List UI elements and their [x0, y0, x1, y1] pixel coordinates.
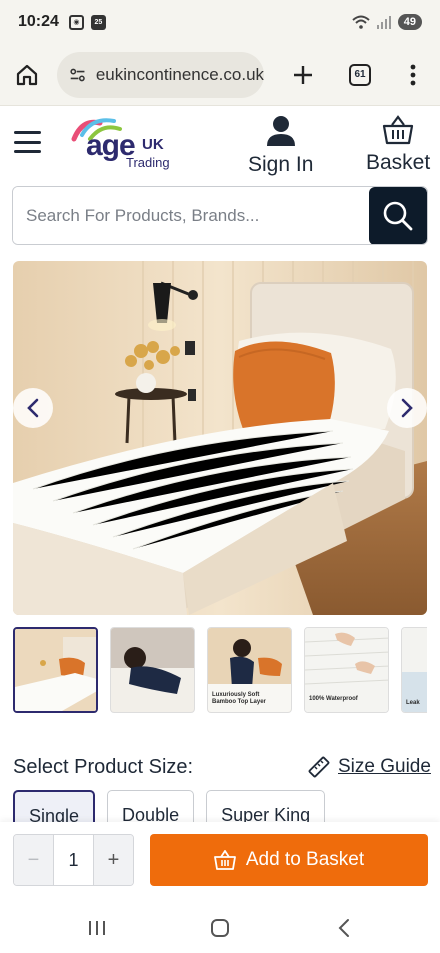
- menu-line: [14, 140, 41, 144]
- new-tab-button[interactable]: [288, 59, 319, 91]
- gallery-prev-button[interactable]: [13, 388, 53, 428]
- recent-apps-icon: [89, 921, 105, 935]
- chevron-right-icon: [401, 398, 413, 418]
- size-option-double[interactable]: Double: [107, 790, 195, 822]
- address-bar[interactable]: eukincontinence.co.uk: [56, 51, 265, 98]
- size-option-single[interactable]: Single: [13, 790, 96, 822]
- logo-trading-text: Trading: [126, 155, 170, 170]
- size-guide-link[interactable]: Size Guide: [308, 756, 431, 778]
- product-main-image[interactable]: [13, 261, 427, 615]
- thumbnail-3[interactable]: Luxuriously Soft Bamboo Top Layer: [207, 627, 292, 713]
- sign-in-link[interactable]: Sign In: [248, 115, 313, 177]
- thumbnail-strip: Luxuriously Soft Bamboo Top Layer 100% W…: [13, 627, 427, 715]
- system-navigation-bar: [0, 902, 440, 953]
- chevron-left-icon: [27, 398, 39, 418]
- site-header: age UK Trading Sign In Basket: [0, 107, 440, 183]
- size-guide-label: Size Guide: [338, 756, 431, 777]
- thumbnail-image: [15, 629, 96, 711]
- thumbnail-image: [111, 628, 194, 712]
- search-button[interactable]: [369, 187, 427, 244]
- signal-icon: [376, 16, 391, 29]
- thumbnail-caption: 100% Waterproof: [309, 696, 358, 702]
- home-nav-button[interactable]: [208, 916, 232, 940]
- status-time: 10:24: [18, 13, 59, 30]
- logo-uk-text: UK: [142, 136, 164, 153]
- thumbnail-4[interactable]: 100% Waterproof: [304, 627, 389, 713]
- size-options: Single Double Super King: [13, 790, 427, 822]
- search-input[interactable]: [13, 187, 369, 244]
- back-nav-button[interactable]: [332, 916, 356, 940]
- basket-label: Basket: [366, 151, 431, 174]
- quantity-input[interactable]: [53, 835, 94, 885]
- tab-count: 61: [349, 63, 372, 86]
- battery-indicator: 49: [397, 14, 422, 30]
- url-text: eukincontinence.co.uk: [95, 64, 265, 84]
- thumbnail-5[interactable]: Leak: [401, 627, 427, 713]
- more-vertical-icon: [410, 64, 416, 85]
- home-circle-icon: [211, 919, 229, 937]
- tab-switcher-button[interactable]: 61: [345, 59, 376, 91]
- thumbnail-caption: Leak: [406, 700, 420, 706]
- age-uk-logo[interactable]: age UK Trading: [68, 115, 178, 175]
- browser-menu-button[interactable]: [397, 59, 428, 91]
- basket-icon: [382, 115, 414, 145]
- search-bar: [12, 186, 428, 245]
- site-settings-icon[interactable]: [69, 65, 86, 85]
- search-icon: [383, 201, 413, 230]
- plus-icon: [294, 65, 313, 84]
- recent-apps-button[interactable]: [85, 916, 109, 940]
- status-bar: 10:24 ◉ 25 49: [0, 0, 440, 44]
- sign-in-label: Sign In: [248, 153, 314, 176]
- bed-photo: [13, 261, 427, 615]
- browser-toolbar: eukincontinence.co.uk 61: [0, 44, 440, 106]
- user-icon: [266, 116, 295, 146]
- wifi-icon: [352, 15, 370, 29]
- notification-badge: 25: [90, 14, 106, 30]
- add-to-basket-button[interactable]: Add to Basket: [150, 834, 428, 886]
- quantity-decrease-button[interactable]: −: [14, 835, 53, 885]
- thumbnail-1[interactable]: [13, 627, 98, 713]
- menu-line: [14, 131, 41, 134]
- menu-button[interactable]: [14, 131, 41, 153]
- ruler-icon: [308, 756, 330, 778]
- sticky-purchase-bar: − + Add to Basket: [0, 822, 440, 902]
- basket-link[interactable]: Basket: [366, 115, 430, 175]
- home-button[interactable]: [12, 59, 43, 91]
- quantity-increase-button[interactable]: +: [94, 835, 133, 885]
- gallery-next-button[interactable]: [387, 388, 427, 428]
- screen-record-icon: ◉: [68, 14, 84, 30]
- basket-icon: [213, 850, 236, 870]
- size-option-super-king[interactable]: Super King: [206, 790, 326, 822]
- back-icon: [338, 919, 349, 937]
- thumbnail-caption: Luxuriously Soft Bamboo Top Layer: [212, 692, 266, 705]
- home-icon: [17, 64, 38, 85]
- status-right-group: 49: [352, 14, 422, 30]
- add-to-basket-label: Add to Basket: [245, 849, 365, 870]
- quantity-stepper: − +: [13, 834, 134, 886]
- size-select-title: Select Product Size:: [13, 756, 194, 778]
- menu-line: [14, 150, 41, 153]
- thumbnail-2[interactable]: [110, 627, 195, 713]
